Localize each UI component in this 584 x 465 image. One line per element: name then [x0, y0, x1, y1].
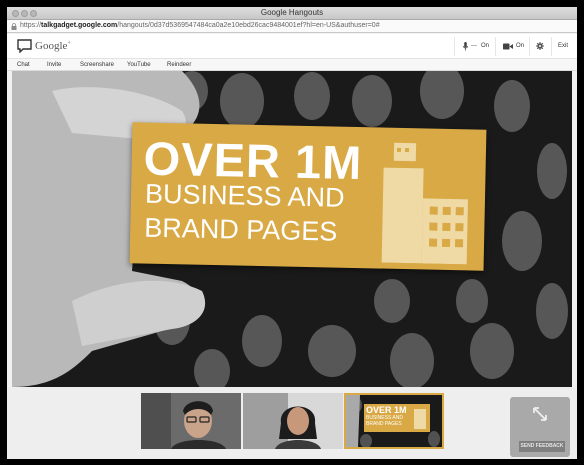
hangouts-chat-icon — [17, 39, 32, 53]
thumb-card-line-1: OVER 1M — [366, 405, 407, 415]
participant-1-video — [141, 393, 241, 449]
divider — [454, 37, 455, 56]
title-bar: Google Hangouts — [7, 7, 577, 20]
divider — [551, 37, 552, 56]
building-icon — [381, 142, 468, 265]
window-title: Google Hangouts — [260, 8, 324, 17]
tab-invite[interactable]: Invite — [47, 62, 61, 68]
thumb-card-line-3: BRAND PAGES — [366, 421, 402, 427]
expand-arrows-icon[interactable] — [531, 405, 549, 423]
exit-button[interactable]: Exit — [558, 43, 568, 49]
lock-icon — [11, 23, 17, 30]
settings-gear-icon[interactable] — [536, 42, 544, 50]
tab-chat[interactable]: Chat — [17, 62, 30, 68]
feedback-panel: SEND FEEDBACK — [510, 397, 570, 457]
camera-icon[interactable] — [503, 43, 513, 50]
microphone-icon[interactable] — [463, 42, 468, 51]
browser-window: Google Hangouts https://talkgadget.googl… — [7, 7, 577, 459]
send-feedback-button[interactable]: SEND FEEDBACK — [519, 441, 565, 452]
tab-youtube[interactable]: YouTube — [127, 62, 151, 68]
card-line-2: BUSINESS AND — [144, 178, 345, 213]
divider — [529, 37, 530, 56]
promo-card: OVER 1M BUSINESS AND BRAND PAGES — [129, 122, 487, 271]
hangout-header: Google+ On On Exit — [7, 34, 577, 59]
google-plus-logo[interactable]: Google+ — [35, 40, 71, 52]
card-line-3: BRAND PAGES — [143, 212, 338, 247]
address-bar[interactable]: https://talkgadget.google.com/hangouts/0… — [7, 20, 577, 33]
shared-card-thumbnail[interactable]: OVER 1M BUSINESS AND BRAND PAGES — [344, 393, 444, 449]
app-tabs: Chat Invite Screenshare YouTube Reindeer — [7, 59, 577, 71]
mic-level-indicator — [471, 45, 477, 46]
participant-thumbnail-1[interactable] — [141, 393, 241, 449]
participant-thumbnail-2[interactable] — [243, 393, 343, 449]
participant-2-video — [243, 393, 343, 449]
camera-state[interactable]: On — [516, 43, 524, 49]
main-video[interactable]: OVER 1M BUSINESS AND BRAND PAGES — [12, 71, 572, 387]
participants-filmstrip: OVER 1M BUSINESS AND BRAND PAGES — [7, 387, 577, 459]
divider — [495, 37, 496, 56]
url-text[interactable]: https://talkgadget.google.com/hangouts/0… — [20, 22, 380, 29]
tab-reindeer[interactable]: Reindeer — [167, 62, 191, 68]
mic-state[interactable]: On — [481, 43, 489, 49]
tab-screenshare[interactable]: Screenshare — [80, 62, 114, 68]
